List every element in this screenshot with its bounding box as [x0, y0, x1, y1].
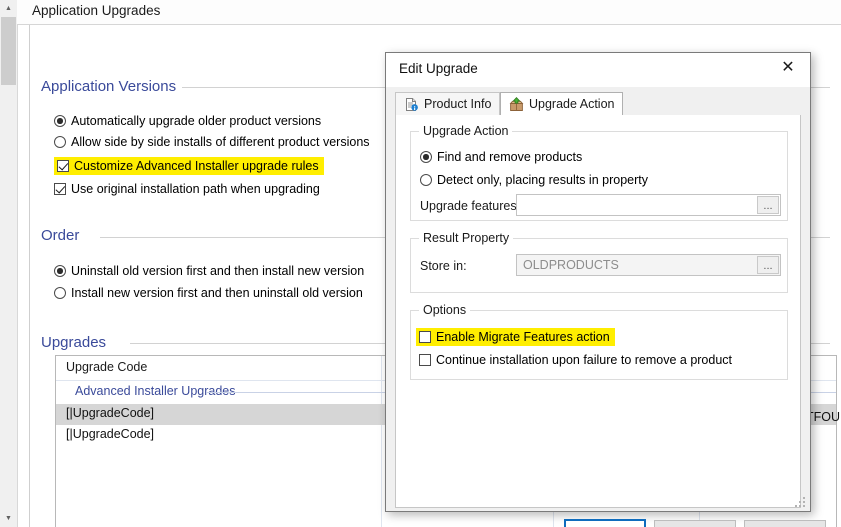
app-window: ▲ ▼ Application Upgrades Application Ver…: [0, 0, 841, 527]
radio-indicator: [420, 174, 432, 186]
group-options: Options Enable Migrate Features action C…: [410, 303, 788, 380]
checkbox-indicator: [419, 331, 431, 343]
group-caption: Upgrade Action: [419, 124, 513, 138]
section-title-upgrades: Upgrades: [41, 334, 114, 351]
scroll-down-arrow-icon[interactable]: ▼: [0, 510, 17, 527]
column-header-upgrade-code[interactable]: Upgrade Code: [66, 360, 147, 374]
checkbox-indicator: [57, 160, 69, 172]
package-upgrade-icon: [509, 96, 524, 112]
dialog-body: Upgrade Action Find and remove products …: [395, 115, 801, 508]
group-caption: Options: [419, 303, 471, 317]
radio-find-and-remove[interactable]: Find and remove products: [420, 150, 582, 164]
option-label: Allow side by side installs of different…: [71, 135, 370, 149]
radio-indicator: [54, 136, 66, 148]
store-in-value: OLDPRODUCTS: [523, 258, 619, 272]
checkbox-enable-migrate-features[interactable]: Enable Migrate Features action: [416, 328, 615, 346]
section-title-order: Order: [41, 227, 87, 244]
cancel-button[interactable]: Cancel: [654, 520, 736, 527]
section-title-application-versions: Application Versions: [41, 78, 184, 95]
radio-indicator: [420, 151, 432, 163]
dialog-tabstrip: Product Info Upgrade Action: [395, 92, 801, 115]
dialog-title: Edit Upgrade: [399, 61, 478, 76]
page-scrollbar[interactable]: ▲ ▼: [0, 0, 18, 527]
upgrade-features-browse-button[interactable]: ...: [757, 196, 779, 214]
checkbox-customize-upgrade-rules[interactable]: Customize Advanced Installer upgrade rul…: [54, 157, 324, 175]
scrollbar-thumb[interactable]: [1, 17, 16, 85]
cell-upgrade-code: [|UpgradeCode]: [66, 406, 155, 420]
store-in-input[interactable]: OLDPRODUCTS ...: [516, 254, 781, 276]
option-label: Enable Migrate Features action: [436, 330, 610, 344]
upgrade-features-input[interactable]: ...: [516, 194, 781, 216]
option-label: Uninstall old version first and then ins…: [71, 264, 365, 278]
store-in-browse-button[interactable]: ...: [757, 256, 779, 274]
close-icon[interactable]: ✕: [766, 53, 810, 83]
cell-upgrade-code: [|UpgradeCode]: [66, 427, 155, 441]
option-label: Automatically upgrade older product vers…: [71, 114, 322, 128]
option-label: Detect only, placing results in property: [437, 173, 648, 187]
tab-product-info[interactable]: Product Info: [395, 92, 501, 115]
radio-indicator: [54, 265, 66, 277]
radio-uninstall-first[interactable]: Uninstall old version first and then ins…: [54, 264, 364, 278]
tab-label: Upgrade Action: [529, 97, 615, 111]
radio-indicator: [54, 115, 66, 127]
tab-label: Product Info: [424, 97, 492, 111]
edit-upgrade-dialog: Edit Upgrade ✕ Product Info Upgrade Acti…: [385, 52, 826, 527]
checkbox-indicator: [54, 183, 66, 195]
radio-auto-upgrade[interactable]: Automatically upgrade older product vers…: [54, 114, 321, 128]
option-label: Use original installation path when upgr…: [71, 182, 320, 196]
checkbox-indicator: [419, 354, 431, 366]
checkbox-original-install-path[interactable]: Use original installation path when upgr…: [54, 182, 320, 196]
help-button[interactable]: Help: [744, 520, 826, 527]
group-upgrade-action: Upgrade Action Find and remove products …: [410, 124, 788, 221]
radio-side-by-side[interactable]: Allow side by side installs of different…: [54, 135, 370, 149]
table-group-label: Advanced Installer Upgrades: [75, 384, 242, 398]
option-label: Find and remove products: [437, 150, 583, 164]
radio-detect-only[interactable]: Detect only, placing results in property: [420, 173, 648, 187]
ok-button[interactable]: OK: [564, 519, 646, 527]
page-title: Application Upgrades: [32, 3, 161, 18]
document-info-icon: [404, 97, 419, 112]
option-label: Install new version first and then unins…: [71, 286, 363, 300]
group-caption: Result Property: [419, 231, 514, 245]
label-store-in: Store in:: [420, 259, 467, 273]
radio-indicator: [54, 287, 66, 299]
radio-install-first[interactable]: Install new version first and then unins…: [54, 286, 363, 300]
page-header: Application Upgrades: [17, 0, 841, 25]
option-label: Customize Advanced Installer upgrade rul…: [74, 159, 319, 173]
option-label: Continue installation upon failure to re…: [436, 353, 733, 367]
dialog-titlebar: Edit Upgrade ✕: [386, 53, 810, 87]
resize-grip[interactable]: [795, 497, 806, 508]
scroll-up-arrow-icon[interactable]: ▲: [0, 0, 17, 17]
label-upgrade-features: Upgrade features:: [420, 199, 521, 213]
tab-upgrade-action[interactable]: Upgrade Action: [500, 92, 624, 115]
group-result-property: Result Property Store in: OLDPRODUCTS ..…: [410, 231, 788, 293]
checkbox-continue-on-failure[interactable]: Continue installation upon failure to re…: [419, 353, 732, 367]
table-right-overflow: TFOUN: [809, 25, 841, 527]
cell-detect-property-fragment: TFOUN: [809, 410, 841, 424]
